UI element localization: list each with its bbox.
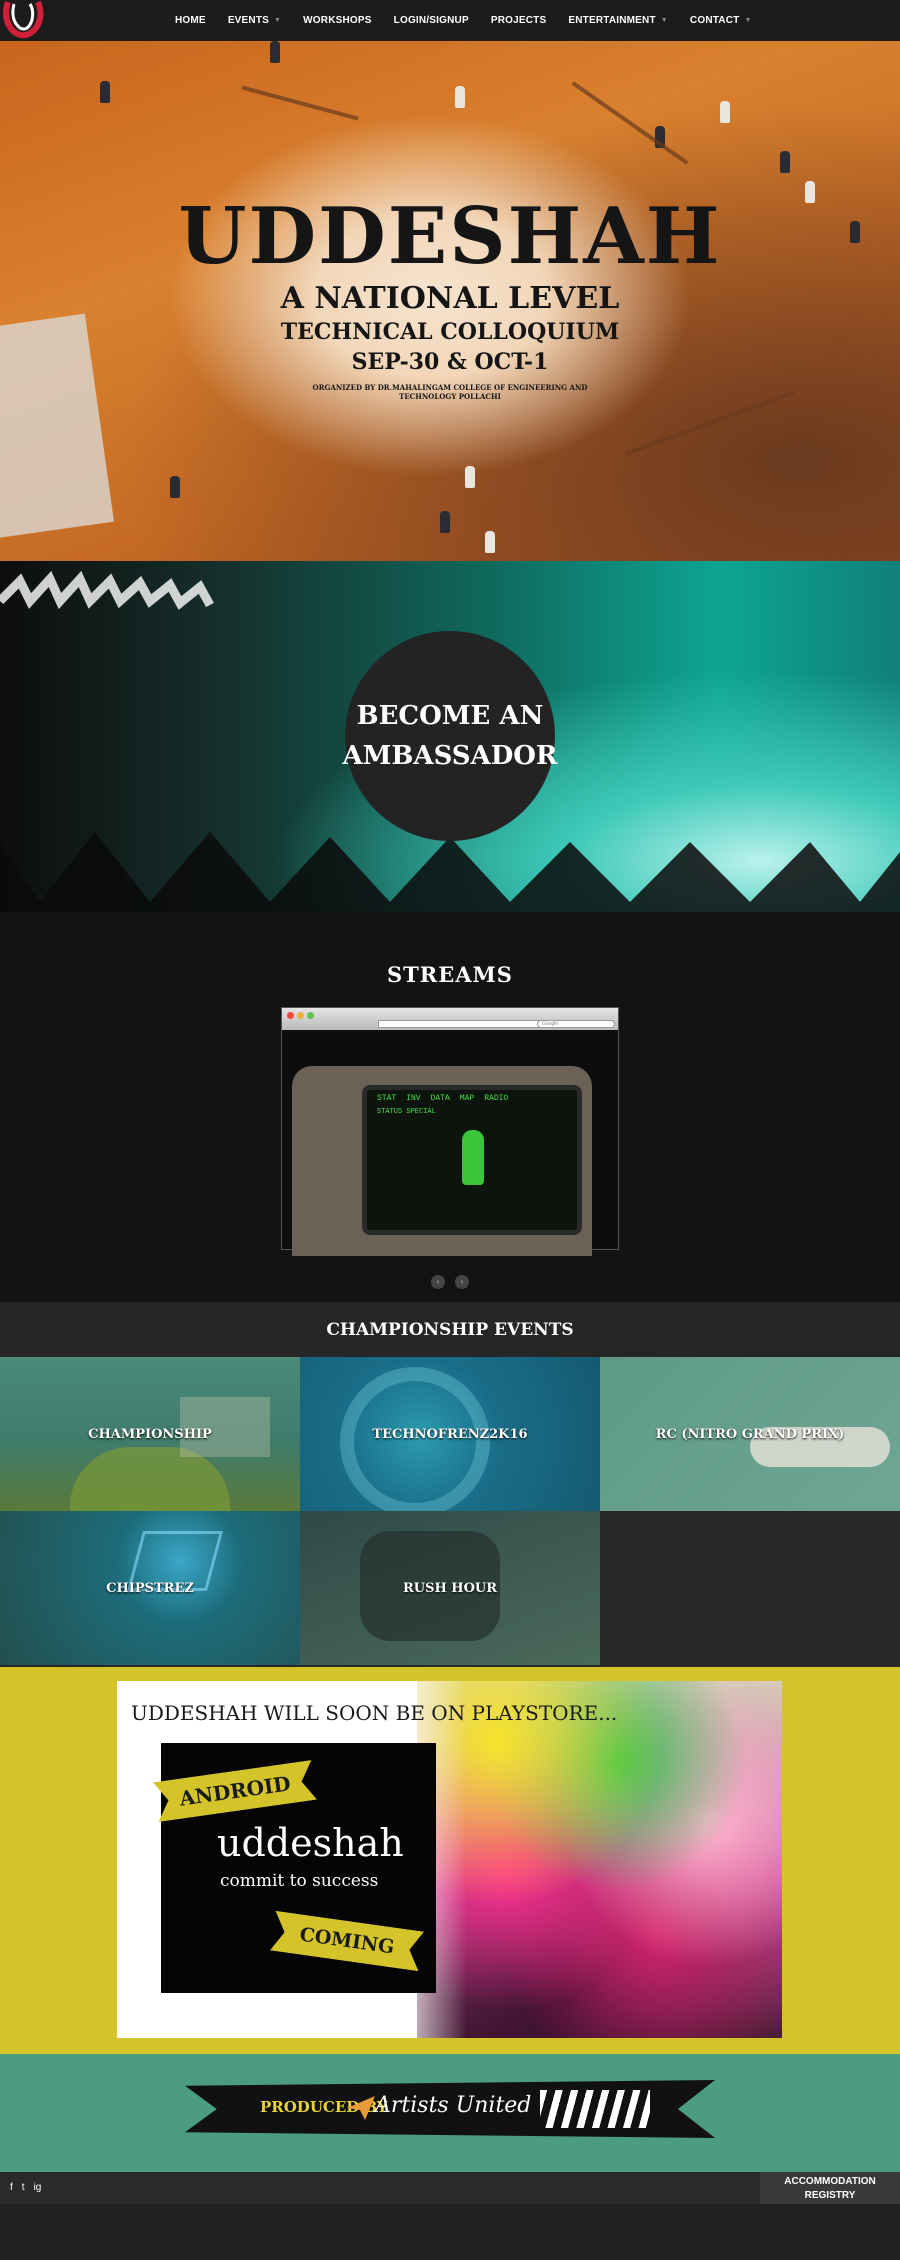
tread-decoration [0, 571, 214, 610]
playstore-caption: UDDESHAH WILL SOON BE ON PLAYSTORE... [131, 1701, 618, 1725]
carousel-next-button[interactable]: › [455, 1275, 469, 1289]
chevron-down-icon: ▼ [274, 17, 282, 24]
pipboy-image: STAT INV DATA MAP RADIO STATUS SPECIAL [282, 1030, 618, 1256]
become-ambassador-button[interactable]: BECOME AN AMBASSADOR [342, 631, 558, 841]
nav-login-signup[interactable]: LOGIN/SIGNUP [394, 15, 469, 26]
pipboy-tab: RADIO [484, 1094, 509, 1103]
nav-home-label: HOME [175, 15, 206, 26]
nav-contact[interactable]: CONTACT ▼ [690, 15, 752, 26]
producer-name: Artists United [375, 2093, 532, 2118]
pipboy-tab: STAT [377, 1094, 397, 1103]
carousel-prev-button[interactable]: ‹ [431, 1275, 445, 1289]
streams-carousel-slide[interactable]: Google STAT INV DATA MAP RADIO STATUS SPECIA… [281, 1007, 619, 1256]
pipboy-screen: STAT INV DATA MAP RADIO STATUS SPECIAL [362, 1085, 582, 1235]
nav-login-label: LOGIN/SIGNUP [393, 15, 469, 26]
accommodation-label: ACCOMMODATION [784, 2176, 876, 2187]
uddeshah-logo[interactable] [0, 0, 52, 41]
event-tile-technofrenz[interactable]: TECHNOFRENZ2K16 [300, 1357, 600, 1511]
nav-events-label: EVENTS [227, 15, 270, 26]
browser-toolbar: Google [282, 1008, 618, 1030]
instagram-icon[interactable]: ig [34, 2182, 42, 2193]
nav-workshops[interactable]: WORKSHOPS [303, 15, 371, 26]
ambassador-section: BECOME AN AMBASSADOR [0, 561, 900, 912]
navbar: HOME EVENTS ▼ WORKSHOPS LOGIN/SIGNUP PROJ… [0, 0, 900, 41]
nav-workshops-label: WORKSHOPS [303, 15, 372, 26]
page-bottom [0, 2204, 900, 2260]
chevron-down-icon: ▼ [660, 17, 668, 24]
tile-label: CHAMPIONSHIP [88, 1426, 212, 1442]
app-tagline: commit to success [220, 1871, 379, 1891]
accommodation-registry-button[interactable]: ACCOMMODATION REGISTRY [760, 2172, 900, 2204]
hero-person [485, 531, 495, 553]
social-links: f t ig [10, 2182, 41, 2193]
browser-search: Google [537, 1020, 615, 1028]
vault-boy-figure [462, 1130, 484, 1185]
event-tile-rush-hour[interactable]: RUSH HOUR [300, 1511, 600, 1665]
main-nav: HOME EVENTS ▼ WORKSHOPS LOGIN/SIGNUP PROJ… [175, 0, 774, 41]
pipboy-tab: INV [406, 1094, 421, 1103]
pipboy-tabs: STAT INV DATA MAP RADIO [377, 1094, 518, 1103]
championship-grid: CHAMPIONSHIP TECHNOFRENZ2K16 RC (NITRO G… [0, 1357, 900, 1667]
nav-entertainment[interactable]: ENTERTAINMENT ▼ [568, 15, 668, 26]
nav-projects[interactable]: PROJECTS [491, 15, 547, 26]
ambassador-line1: BECOME AN [356, 701, 544, 731]
hero-tent [0, 313, 115, 539]
ambassador-line2: AMBASSADOR [342, 741, 558, 771]
pipboy-status: STATUS SPECIAL [377, 1108, 436, 1116]
hero-person [720, 101, 730, 123]
paper-plane-icon [347, 2096, 375, 2120]
registry-label: REGISTRY [804, 2190, 856, 2201]
hero-person [100, 81, 110, 103]
nav-projects-label: PROJECTS [490, 15, 547, 26]
tile-label: RUSH HOUR [402, 1580, 498, 1596]
pipboy-tab: DATA [430, 1094, 450, 1103]
event-tile-championship[interactable]: CHAMPIONSHIP [0, 1357, 300, 1511]
hero-person [780, 151, 790, 173]
nav-contact-label: CONTACT [689, 15, 740, 26]
hero-title: UDDESHAH [178, 191, 722, 282]
hero-subtitle: TECHNICAL COLLOQUIUM [280, 319, 620, 345]
hero-banner: UDDESHAH A NATIONAL LEVEL TECHNICAL COLL… [0, 41, 900, 561]
produced-by-section: PRODUCED BY Artists United [0, 2054, 900, 2172]
hero-track [241, 85, 359, 121]
nav-entertainment-label: ENTERTAINMENT [568, 15, 656, 26]
close-dot [287, 1012, 294, 1019]
ambassador-label: BECOME AN AMBASSADOR [342, 696, 557, 776]
hero-organizer: ORGANIZED BY DR.MAHALINGAM COLLEGE OF EN… [312, 383, 588, 401]
streams-section: STREAMS Google STAT INV DATA MAP RADIO STATU… [0, 912, 900, 1302]
maximize-dot [307, 1012, 314, 1019]
hero-person [455, 86, 465, 108]
chevron-down-icon: ▼ [744, 17, 752, 24]
nav-events[interactable]: EVENTS ▼ [228, 15, 281, 26]
playstore-section: UDDESHAH WILL SOON BE ON PLAYSTORE... AN… [0, 1667, 900, 2054]
produced-by-banner: PRODUCED BY Artists United [185, 2080, 715, 2138]
app-name: uddeshah [217, 1821, 404, 1865]
hero-dates: SEP-30 & OCT-1 [351, 349, 549, 375]
hero-person [465, 466, 475, 488]
facebook-icon[interactable]: f [10, 2182, 13, 2193]
nav-home[interactable]: HOME [175, 15, 206, 26]
playstore-banner[interactable]: UDDESHAH WILL SOON BE ON PLAYSTORE... AN… [117, 1681, 782, 2038]
championship-title: CHAMPIONSHIP EVENTS [0, 1302, 900, 1357]
hero-person [170, 476, 180, 498]
tile-label: CHIPSTREZ [106, 1580, 194, 1596]
hero-subtitle: A NATIONAL LEVEL [280, 281, 620, 316]
tile-label: RC (NITRO GRAND PRIX) [655, 1426, 845, 1442]
holi-crowd-image [417, 1681, 782, 2038]
hero-track [624, 390, 796, 456]
minimize-dot [297, 1012, 304, 1019]
event-tile-rc-nitro[interactable]: RC (NITRO GRAND PRIX) [600, 1357, 900, 1511]
stripe-decoration [540, 2090, 650, 2128]
twitter-icon[interactable]: t [22, 2182, 25, 2193]
hero-person [440, 511, 450, 533]
browser-url-bar [378, 1020, 544, 1028]
event-tile-chipstrez[interactable]: CHIPSTREZ [0, 1511, 300, 1665]
pipboy-tab: MAP [459, 1094, 475, 1103]
hero-track [571, 81, 689, 165]
streams-title: STREAMS [387, 962, 513, 987]
hero-person [270, 41, 280, 63]
tile-label: TECHNOFRENZ2K16 [372, 1426, 528, 1442]
